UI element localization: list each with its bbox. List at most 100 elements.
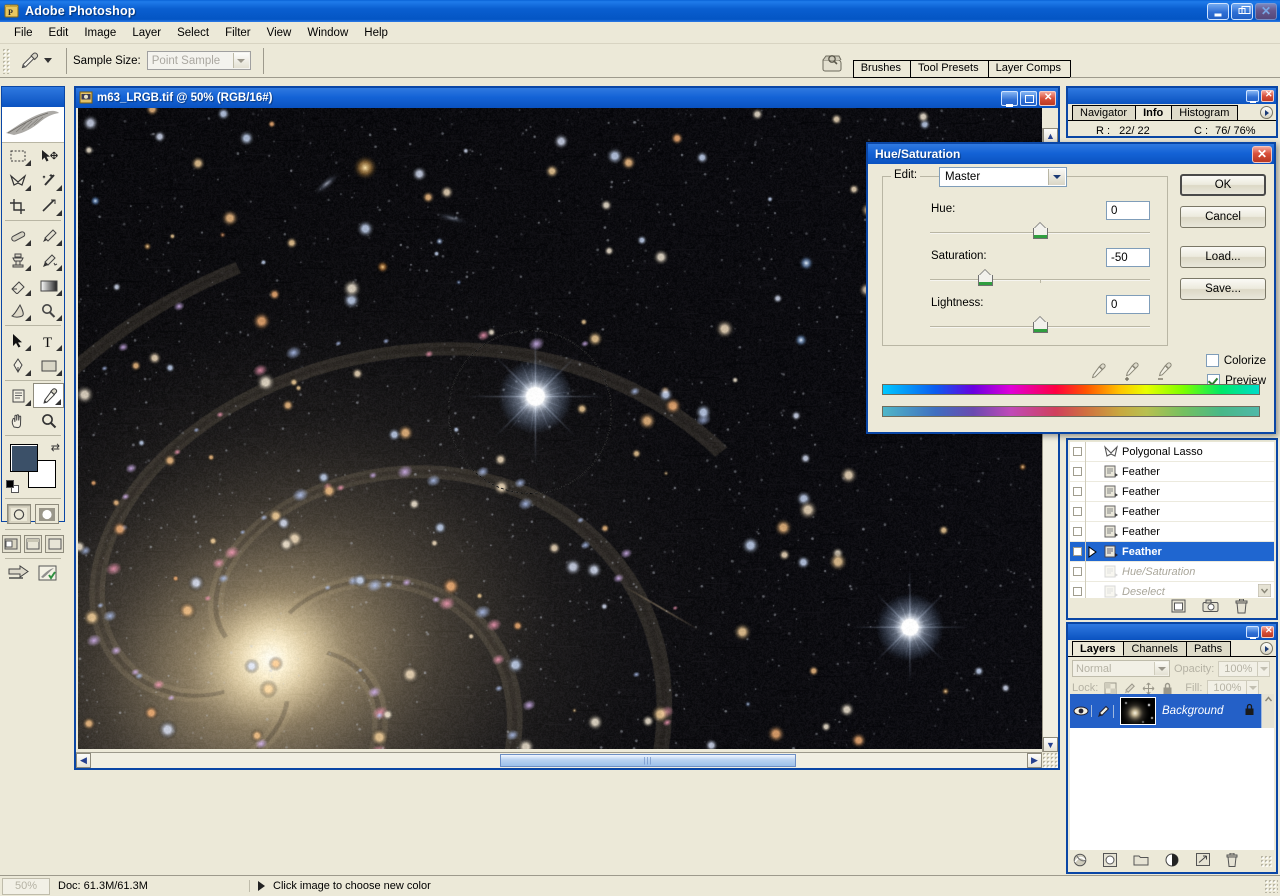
- lightness-slider-track[interactable]: [930, 326, 1150, 328]
- statusbar-resize-grip[interactable]: [1264, 879, 1278, 893]
- history-item-3[interactable]: Feather: [1070, 502, 1274, 522]
- full-screen-mode-button[interactable]: [45, 535, 64, 553]
- eyedropper-minus-icon[interactable]: [1154, 362, 1174, 382]
- scroll-up-button[interactable]: ▲: [1043, 128, 1058, 143]
- menu-file[interactable]: File: [6, 25, 41, 41]
- type-tool[interactable]: T: [33, 328, 64, 353]
- colorize-checkbox[interactable]: [1206, 354, 1219, 367]
- jump-to-imageready-icon[interactable]: [8, 565, 30, 585]
- menu-select[interactable]: Select: [169, 25, 217, 41]
- lock-all-icon[interactable]: [1160, 681, 1174, 695]
- tab-channels[interactable]: Channels: [1123, 641, 1186, 656]
- clone-stamp-tool[interactable]: [2, 248, 33, 273]
- layer-list[interactable]: Background: [1070, 694, 1274, 850]
- layer-thumbnail[interactable]: [1120, 697, 1156, 725]
- delete-state-icon[interactable]: [1235, 599, 1248, 617]
- history-item-0[interactable]: Polygonal Lasso: [1070, 442, 1274, 462]
- eyedropper-tool[interactable]: [33, 383, 64, 408]
- standard-mask-mode-button[interactable]: [7, 504, 31, 524]
- scroll-right-button[interactable]: ▶: [1027, 753, 1042, 768]
- document-close-button[interactable]: ✕: [1039, 91, 1056, 106]
- dodge-tool[interactable]: [33, 298, 64, 323]
- restore-button[interactable]: [1231, 3, 1253, 20]
- layers-scroll-up-icon[interactable]: [1261, 694, 1274, 728]
- dialog-titlebar[interactable]: Hue/Saturation ✕: [868, 144, 1274, 164]
- history-brush-tool[interactable]: [33, 248, 64, 273]
- chevron-down-icon[interactable]: [1048, 169, 1065, 185]
- eyedropper-icon[interactable]: [1088, 362, 1108, 382]
- edit-channel-select[interactable]: Master: [939, 167, 1067, 187]
- eraser-tool[interactable]: [2, 273, 33, 298]
- lightness-value-field[interactable]: 0: [1106, 295, 1150, 314]
- tab-navigator[interactable]: Navigator: [1072, 105, 1136, 120]
- horizontal-scrollbar[interactable]: ◀ ||| ▶: [76, 752, 1042, 768]
- foreground-color-swatch[interactable]: [10, 444, 38, 472]
- history-source-checkbox[interactable]: [1070, 442, 1086, 462]
- quick-mask-mode-button[interactable]: [35, 504, 59, 524]
- layers-palette-minimize-button[interactable]: [1246, 626, 1259, 638]
- slice-tool[interactable]: [33, 193, 64, 218]
- history-source-checkbox[interactable]: [1070, 542, 1086, 562]
- history-source-checkbox[interactable]: [1070, 502, 1086, 522]
- eye-icon[interactable]: [1070, 705, 1092, 717]
- saturation-slider-thumb[interactable]: [978, 269, 993, 286]
- opacity-stepper-arrow[interactable]: [1258, 661, 1270, 677]
- lock-transparent-pixels-icon[interactable]: [1103, 681, 1117, 695]
- layer-row-background[interactable]: Background: [1070, 694, 1274, 728]
- colorize-checkbox-row[interactable]: Colorize: [1206, 354, 1266, 367]
- healing-brush-tool[interactable]: [2, 223, 33, 248]
- lasso-tool[interactable]: [2, 168, 33, 193]
- layer-style-icon[interactable]: [1103, 853, 1117, 870]
- new-document-from-state-icon[interactable]: [1171, 599, 1186, 616]
- menu-edit[interactable]: Edit: [41, 25, 77, 41]
- close-button[interactable]: ✕: [1255, 3, 1277, 20]
- scroll-left-button[interactable]: ◀: [76, 753, 91, 768]
- saturation-value-field[interactable]: -50: [1106, 248, 1150, 267]
- new-snapshot-icon[interactable]: [1202, 599, 1219, 616]
- notes-tool[interactable]: [2, 383, 33, 408]
- history-state-list[interactable]: Polygonal Lasso Feather Feather: [1070, 442, 1274, 598]
- document-minimize-button[interactable]: [1001, 91, 1018, 106]
- lightness-slider-thumb[interactable]: [1033, 316, 1048, 333]
- document-size-info[interactable]: Doc: 61.3M/61.3M: [50, 880, 250, 892]
- crop-tool[interactable]: [2, 193, 33, 218]
- chevron-down-icon[interactable]: [233, 53, 249, 68]
- default-colors-icon[interactable]: [6, 480, 19, 493]
- history-item-5-current[interactable]: Feather: [1070, 542, 1274, 562]
- path-selection-tool[interactable]: [2, 328, 33, 353]
- layers-palette-menu-icon[interactable]: [1260, 642, 1273, 655]
- well-tab-tool-presets[interactable]: Tool Presets: [910, 60, 989, 77]
- menu-view[interactable]: View: [259, 25, 300, 41]
- saturation-slider-track[interactable]: [930, 279, 1150, 281]
- new-adjustment-layer-icon[interactable]: [1165, 853, 1180, 870]
- menu-layer[interactable]: Layer: [124, 25, 169, 41]
- hand-tool[interactable]: [2, 408, 33, 433]
- load-button[interactable]: Load...: [1180, 246, 1266, 268]
- sample-size-select[interactable]: Point Sample: [147, 51, 251, 70]
- layers-palette-close-button[interactable]: ✕: [1261, 626, 1274, 638]
- well-tab-brushes[interactable]: Brushes: [853, 60, 911, 77]
- save-button[interactable]: Save...: [1180, 278, 1266, 300]
- feather-jump-icon[interactable]: [38, 565, 58, 585]
- layers-palette-grip[interactable]: [1260, 855, 1272, 867]
- brush-tool[interactable]: [33, 223, 64, 248]
- pen-tool[interactable]: [2, 353, 33, 378]
- elliptical-selection-marquee[interactable]: [448, 330, 612, 494]
- tab-info[interactable]: Info: [1135, 105, 1172, 120]
- document-titlebar[interactable]: m63_LRGB.tif @ 50% (RGB/16#) ✕: [76, 88, 1058, 108]
- cancel-button[interactable]: Cancel: [1180, 206, 1266, 228]
- scroll-down-button[interactable]: ▼: [1043, 737, 1058, 752]
- hue-slider-thumb[interactable]: [1033, 222, 1048, 239]
- resize-grip[interactable]: [1042, 752, 1058, 768]
- tab-paths[interactable]: Paths: [1186, 641, 1231, 656]
- blur-tool[interactable]: [2, 298, 33, 323]
- standard-screen-mode-button[interactable]: [2, 535, 21, 553]
- blend-mode-select[interactable]: Normal: [1072, 660, 1170, 677]
- ok-button[interactable]: OK: [1180, 174, 1266, 196]
- tool-preset-picker-arrow[interactable]: [44, 58, 52, 63]
- horizontal-scroll-thumb[interactable]: |||: [500, 754, 796, 767]
- history-source-checkbox[interactable]: [1070, 462, 1086, 482]
- layers-palette-titlebar[interactable]: ✕: [1068, 624, 1276, 640]
- move-tool[interactable]: [33, 143, 64, 168]
- rectangular-marquee-tool[interactable]: [2, 143, 33, 168]
